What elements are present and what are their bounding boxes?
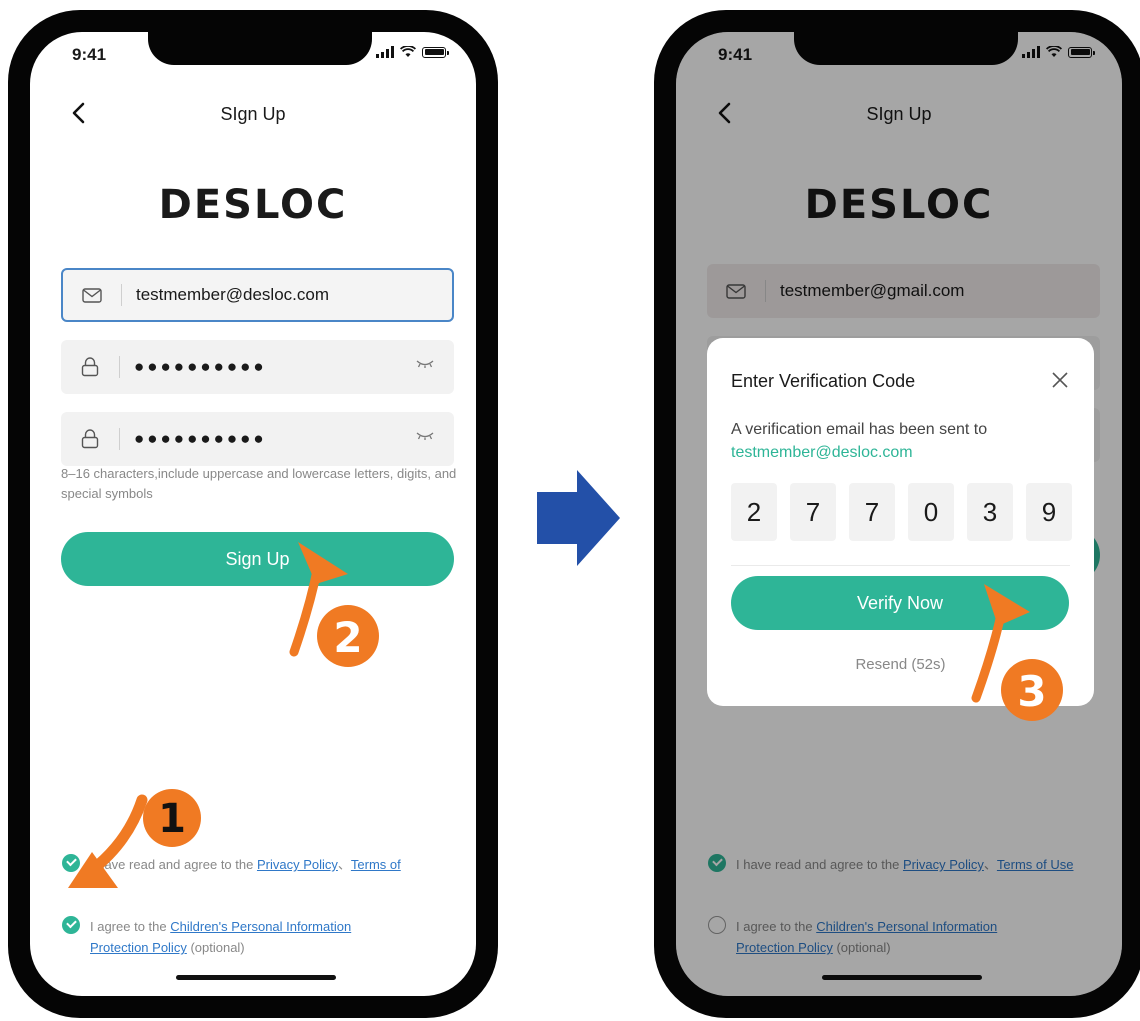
wifi-icon: [400, 46, 416, 57]
agree-children-text: I agree to the: [90, 919, 171, 934]
message-text: A verification email has been sent to: [731, 421, 988, 438]
password-field[interactable]: ●●●●●●●●●●: [61, 340, 454, 394]
divider: [731, 565, 1070, 566]
signal-icon: [376, 46, 394, 58]
desloc-logo: DESLOC: [158, 182, 348, 228]
home-indicator: [176, 975, 336, 980]
sent-email: testmember@desloc.com: [731, 444, 913, 461]
lock-icon: [81, 357, 99, 377]
children-policy-link[interactable]: Children's Personal Information: [170, 919, 351, 934]
modal-message: A verification email has been sent to te…: [731, 418, 1071, 464]
password-hint: 8–16 characters,include uppercase and lo…: [61, 466, 457, 501]
eye-closed-icon[interactable]: [416, 359, 434, 369]
email-field[interactable]: testmember@desloc.com: [61, 268, 454, 322]
verification-modal: Enter Verification Code A verification e…: [707, 338, 1094, 706]
close-icon[interactable]: [1050, 370, 1070, 390]
page-title: SIgn Up: [220, 104, 286, 124]
terms-link[interactable]: Terms of: [351, 857, 401, 872]
children-policy-checkbox[interactable]: [62, 916, 80, 934]
notch: [794, 32, 1018, 65]
sign-up-button[interactable]: Sign Up: [61, 532, 454, 586]
confirm-password-mask: ●●●●●●●●●●: [134, 429, 267, 448]
code-digit[interactable]: 7: [790, 483, 836, 541]
email-value: testmember@desloc.com: [136, 285, 329, 304]
lock-icon: [81, 429, 99, 449]
phone-left: 9:41 SIgn Up DESLOC testmember@desloc.co…: [8, 10, 498, 1018]
phone-right: 9:41 SIgn Up DESLOC testmember@gmail.com…: [654, 10, 1140, 1018]
verify-now-button[interactable]: Verify Now: [731, 576, 1069, 630]
flow-arrow: [537, 470, 620, 566]
code-digit[interactable]: 2: [731, 483, 777, 541]
password-mask: ●●●●●●●●●●: [134, 357, 267, 376]
code-input[interactable]: 2 7 7 0 3 9: [731, 483, 1072, 541]
status-time: 9:41: [72, 45, 107, 64]
eye-closed-icon[interactable]: [416, 431, 434, 441]
verification-screen: 9:41 SIgn Up DESLOC testmember@gmail.com…: [676, 32, 1122, 996]
mail-icon: [82, 287, 102, 303]
code-digit[interactable]: 7: [849, 483, 895, 541]
agree-privacy-text: I have read and agree to the: [90, 857, 257, 872]
separator: 、: [337, 857, 351, 872]
optional-text: (optional): [186, 940, 245, 955]
status-icons: [376, 46, 449, 58]
notch: [148, 32, 372, 65]
code-digit[interactable]: 0: [908, 483, 954, 541]
privacy-policy-link[interactable]: Privacy Policy: [257, 857, 338, 872]
privacy-checkbox[interactable]: [62, 854, 80, 872]
modal-title: Enter Verification Code: [731, 371, 916, 391]
code-digit[interactable]: 3: [967, 483, 1013, 541]
battery-icon: [422, 46, 449, 58]
confirm-password-field[interactable]: ●●●●●●●●●●: [61, 412, 454, 466]
protection-policy-link[interactable]: Protection Policy: [90, 940, 187, 955]
resend-link[interactable]: Resend (52s): [707, 656, 1094, 673]
code-digit[interactable]: 9: [1026, 483, 1072, 541]
signup-screen: 9:41 SIgn Up DESLOC testmember@desloc.co…: [30, 32, 476, 996]
